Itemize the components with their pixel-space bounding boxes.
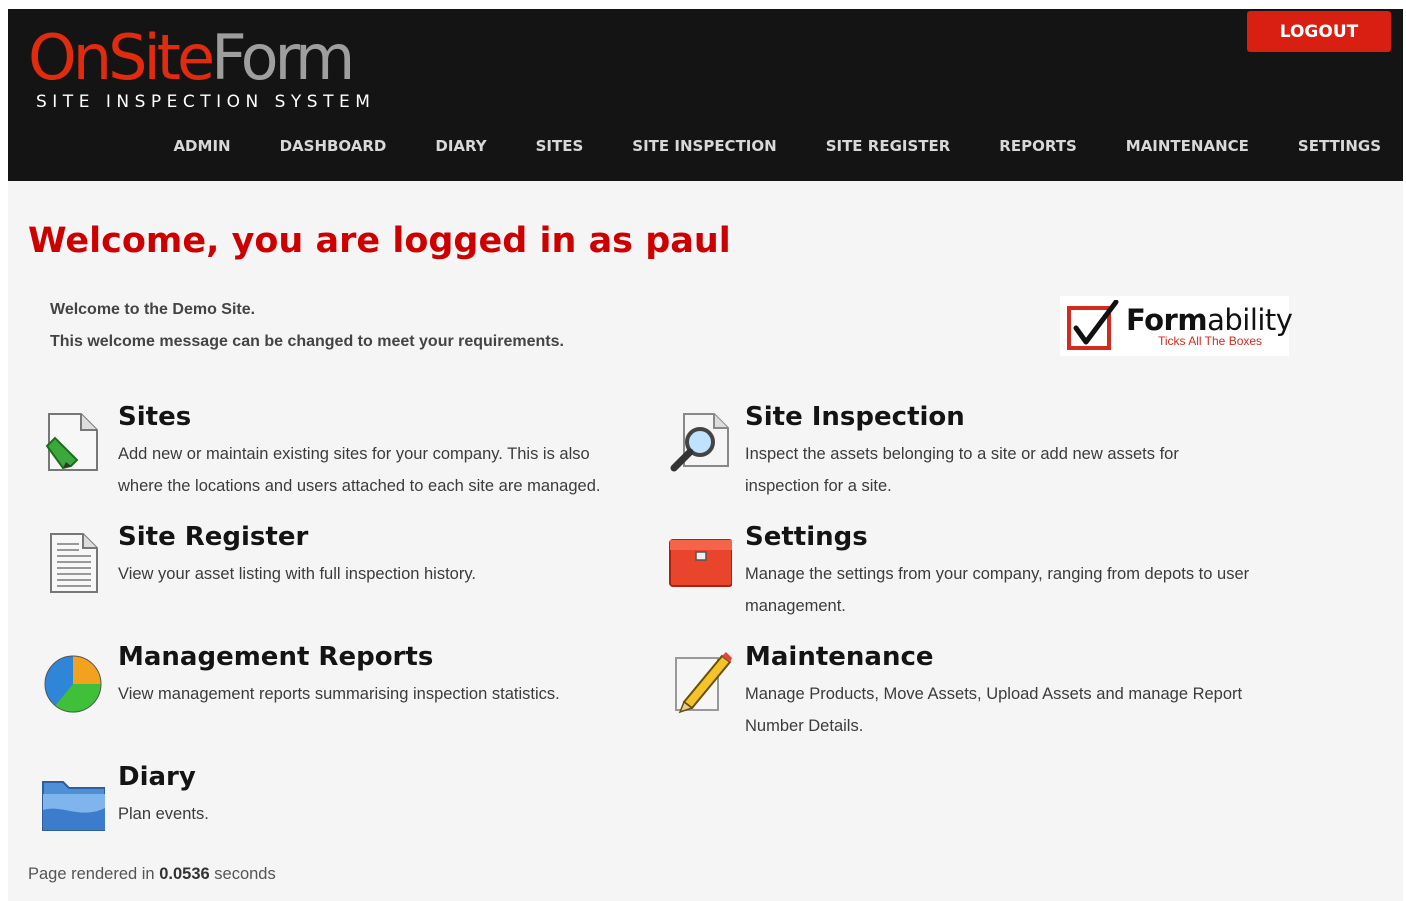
logo-form-text: Form — [211, 21, 355, 94]
item-description: Inspect the assets belonging to a site o… — [745, 445, 1179, 495]
nav-diary[interactable]: DIARY — [435, 137, 486, 155]
nav-reports[interactable]: REPORTS — [999, 137, 1076, 155]
logo-onsite-text: OnSite — [28, 21, 215, 94]
checkbox-tick-icon — [1067, 300, 1119, 350]
item-description: View your asset listing with full inspec… — [118, 565, 476, 583]
menu-item-site-register[interactable]: Site Register View your asset listing wi… — [41, 522, 641, 610]
nav-admin[interactable]: ADMIN — [173, 137, 230, 155]
welcome-heading: Welcome, you are logged in as paul — [28, 221, 731, 261]
menu-item-settings[interactable]: Settings Manage the settings from your c… — [668, 522, 1268, 620]
magnifier-document-icon — [670, 413, 729, 472]
logout-button[interactable]: LOGOUT — [1247, 11, 1391, 52]
folder-icon — [42, 781, 105, 831]
logo-subtitle: SITE INSPECTION SYSTEM — [36, 92, 376, 112]
item-description: View management reports summarising insp… — [118, 685, 560, 703]
formability-name-light: ability — [1207, 303, 1293, 337]
nav-site-register[interactable]: SITE REGISTER — [826, 137, 951, 155]
nav-settings[interactable]: SETTINGS — [1298, 137, 1381, 155]
item-title: Site Inspection — [745, 402, 965, 432]
item-title: Maintenance — [745, 642, 934, 672]
onsiteform-logo[interactable]: OnSiteForm SITE INSPECTION SYSTEM — [28, 27, 376, 113]
item-description: Manage the settings from your company, r… — [745, 565, 1250, 615]
nav-site-inspection[interactable]: SITE INSPECTION — [632, 137, 776, 155]
document-edit-icon — [45, 413, 98, 471]
menu-item-sites[interactable]: Sites Add new or maintain existing sites… — [41, 402, 641, 500]
item-title: Diary — [118, 762, 196, 792]
welcome-message-line-2: This welcome message can be changed to m… — [50, 333, 564, 350]
pencil-note-icon — [675, 652, 732, 714]
footer-prefix: Page rendered in — [28, 865, 155, 883]
text-document-icon — [50, 533, 98, 593]
formability-name: Formability — [1126, 303, 1293, 337]
item-title: Management Reports — [118, 642, 434, 672]
render-time-value: 0.0536 — [159, 865, 210, 883]
formability-name-bold: Form — [1126, 303, 1208, 337]
nav-maintenance[interactable]: MAINTENANCE — [1126, 137, 1249, 155]
menu-item-diary[interactable]: Diary Plan events. — [41, 762, 641, 840]
nav-dashboard[interactable]: DASHBOARD — [280, 137, 387, 155]
page-frame: OnSiteForm SITE INSPECTION SYSTEM LOGOUT… — [8, 9, 1403, 901]
item-description: Manage Products, Move Assets, Upload Ass… — [745, 685, 1243, 735]
toolbox-icon — [669, 539, 732, 587]
menu-item-site-inspection[interactable]: Site Inspection Inspect the assets belon… — [668, 402, 1268, 500]
item-title: Settings — [745, 522, 868, 552]
formability-logo: Formability Ticks All The Boxes — [1060, 296, 1293, 356]
item-description: Plan events. — [118, 805, 209, 823]
formability-tagline: Ticks All The Boxes — [1158, 334, 1263, 348]
nav-sites[interactable]: SITES — [536, 137, 584, 155]
site-header: OnSiteForm SITE INSPECTION SYSTEM LOGOUT… — [8, 9, 1403, 181]
menu-item-management-reports[interactable]: Management Reports View management repor… — [41, 642, 641, 730]
item-title: Sites — [118, 402, 192, 432]
render-time-footer: Page rendered in 0.0536 seconds — [28, 865, 276, 884]
item-description: Add new or maintain existing sites for y… — [118, 445, 601, 495]
welcome-message-line-1: Welcome to the Demo Site. — [50, 301, 256, 318]
item-title: Site Register — [118, 522, 309, 552]
logo-wordmark: OnSiteForm — [28, 27, 375, 89]
footer-suffix: seconds — [214, 865, 276, 883]
pie-chart-icon — [44, 655, 102, 713]
menu-item-maintenance[interactable]: Maintenance Manage Products, Move Assets… — [668, 642, 1268, 740]
main-nav: ADMIN DASHBOARD DIARY SITES SITE INSPECT… — [173, 137, 1381, 155]
